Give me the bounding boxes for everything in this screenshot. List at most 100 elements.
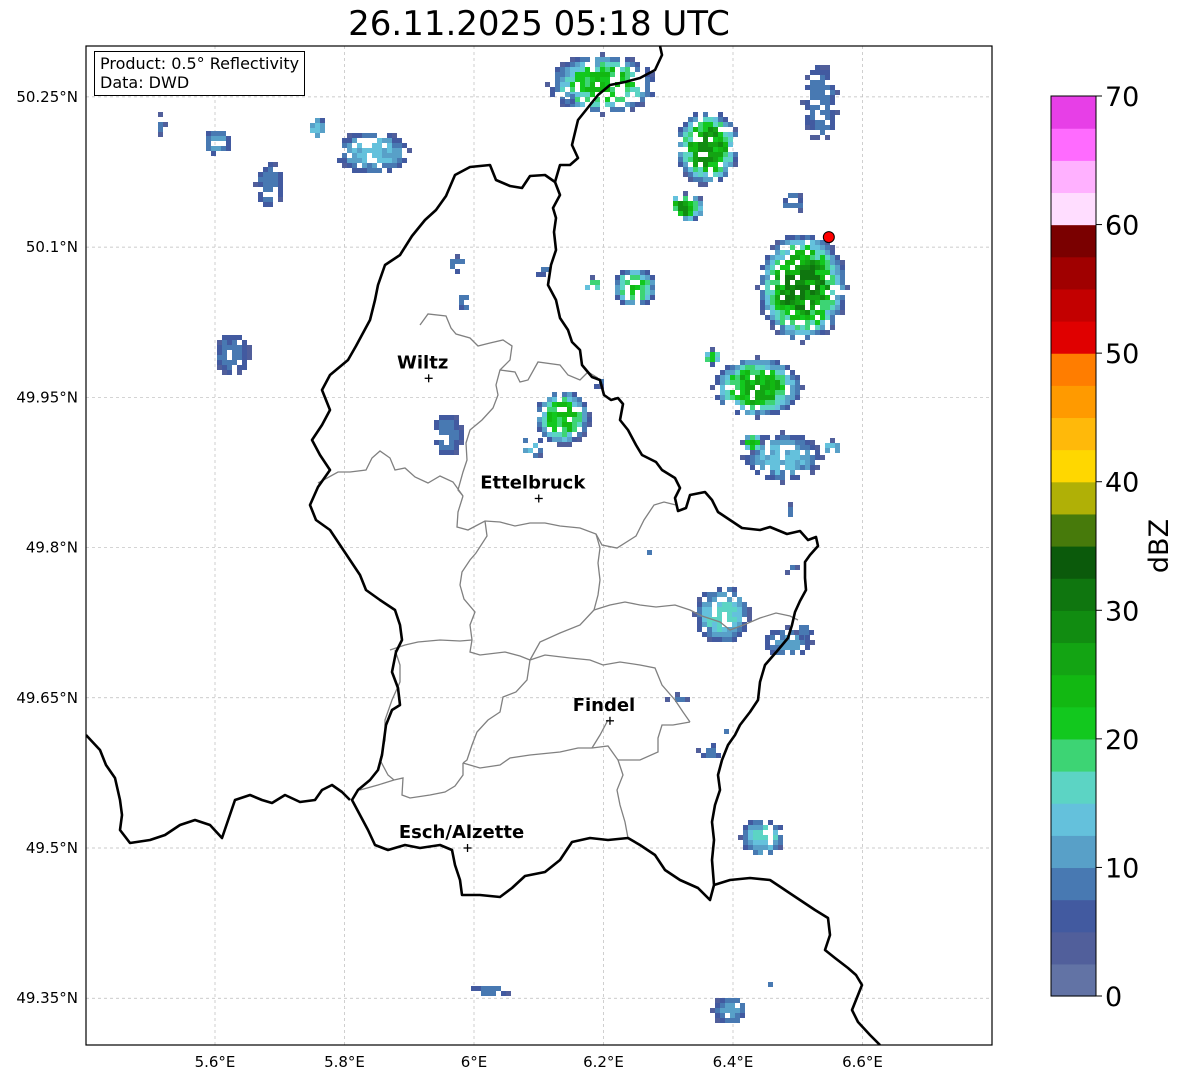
echo-cell	[528, 448, 533, 453]
echo-cell	[795, 440, 800, 445]
echo-cell	[258, 182, 263, 187]
echo-cell	[580, 92, 585, 97]
echo-cell	[835, 275, 840, 280]
echo-cell	[362, 133, 367, 138]
echo-cell	[755, 415, 760, 420]
echo-cell	[567, 432, 572, 437]
echo-cell	[790, 315, 795, 320]
echo-cell	[745, 435, 750, 440]
echo-cell	[790, 645, 795, 650]
echo-cell	[377, 143, 382, 148]
echo-cell	[795, 465, 800, 470]
echo-cell	[798, 198, 803, 203]
echo-cell	[640, 97, 645, 102]
echo-cell	[605, 57, 610, 62]
echo-cell	[640, 290, 645, 295]
echo-cell	[770, 310, 775, 315]
echo-cell	[392, 138, 397, 143]
echo-cell	[562, 412, 567, 417]
echo-cell	[397, 148, 402, 153]
echo-cell	[745, 360, 750, 365]
echo-cell	[740, 360, 745, 365]
echo-cell	[590, 77, 595, 82]
echo-cell	[620, 300, 625, 305]
echo-cell	[278, 172, 283, 177]
echo-cell	[760, 310, 765, 315]
echo-cell	[795, 640, 800, 645]
echo-cell	[570, 82, 575, 87]
echo-cell	[268, 177, 273, 182]
echo-cell	[790, 640, 795, 645]
echo-cell	[820, 310, 825, 315]
echo-cell	[565, 92, 570, 97]
echo-cell	[810, 240, 815, 245]
echo-cell	[830, 90, 835, 95]
echo-cell	[727, 587, 732, 592]
echo-cell	[565, 77, 570, 82]
echo-cell	[459, 440, 464, 445]
colorbar-tick-label: 0	[1105, 982, 1122, 1013]
echo-cell	[720, 1008, 725, 1013]
echo-cell	[799, 630, 804, 635]
echo-cell	[775, 630, 780, 635]
echo-cell	[760, 390, 765, 395]
echo-cell	[232, 340, 237, 345]
echo-cell	[840, 280, 845, 285]
echo-cell	[693, 162, 698, 167]
echo-cell	[800, 270, 805, 275]
echo-cell	[830, 255, 835, 260]
echo-cell	[211, 146, 216, 151]
colorbar-segment	[1051, 674, 1096, 708]
echo-cell	[635, 62, 640, 67]
echo-cell	[580, 102, 585, 107]
echo-cell	[688, 147, 693, 152]
echo-cell	[645, 92, 650, 97]
echo-cell	[780, 370, 785, 375]
echo-cell	[760, 465, 765, 470]
echo-cell	[815, 85, 820, 90]
echo-cell	[785, 270, 790, 275]
echo-cell	[825, 265, 830, 270]
echo-cell	[708, 142, 713, 147]
colorbar-segment	[1051, 128, 1096, 161]
echo-cell	[320, 128, 325, 133]
echo-cell	[805, 330, 810, 335]
echo-cell	[728, 132, 733, 137]
echo-cell	[342, 138, 347, 143]
echo-cell	[800, 250, 805, 255]
echo-cell	[763, 845, 768, 850]
echo-cell	[708, 122, 713, 127]
echo-cell	[799, 625, 804, 630]
echo-cell	[717, 627, 722, 632]
echo-cell	[557, 402, 562, 407]
echo-cell	[630, 87, 635, 92]
echo-cell	[765, 265, 770, 270]
echo-cell	[730, 1008, 735, 1013]
echo-cell	[217, 350, 222, 355]
echo-cell	[790, 470, 795, 475]
echo-cell	[620, 270, 625, 275]
echo-cell	[780, 470, 785, 475]
echo-cell	[840, 295, 845, 300]
echo-cell	[595, 285, 600, 290]
radar-site-marker	[822, 231, 835, 244]
echo-cell	[620, 67, 625, 72]
echo-cell	[750, 455, 755, 460]
echo-cell	[805, 105, 810, 110]
echo-cell	[735, 1013, 740, 1018]
echo-cell	[533, 453, 538, 458]
echo-cell	[760, 380, 765, 385]
echo-cell	[732, 607, 737, 612]
echo-cell	[753, 830, 758, 835]
echo-cell	[780, 330, 785, 335]
echo-cell	[585, 77, 590, 82]
lat-tick-label: 50.1°N	[26, 238, 78, 256]
echo-cell	[780, 435, 785, 440]
echo-cell	[810, 260, 815, 265]
echo-cell	[703, 132, 708, 137]
echo-cell	[562, 437, 567, 442]
echo-cell	[562, 422, 567, 427]
echo-cell	[770, 445, 775, 450]
echo-cell	[392, 158, 397, 163]
lon-tick-label: 5.6°E	[195, 1053, 236, 1071]
